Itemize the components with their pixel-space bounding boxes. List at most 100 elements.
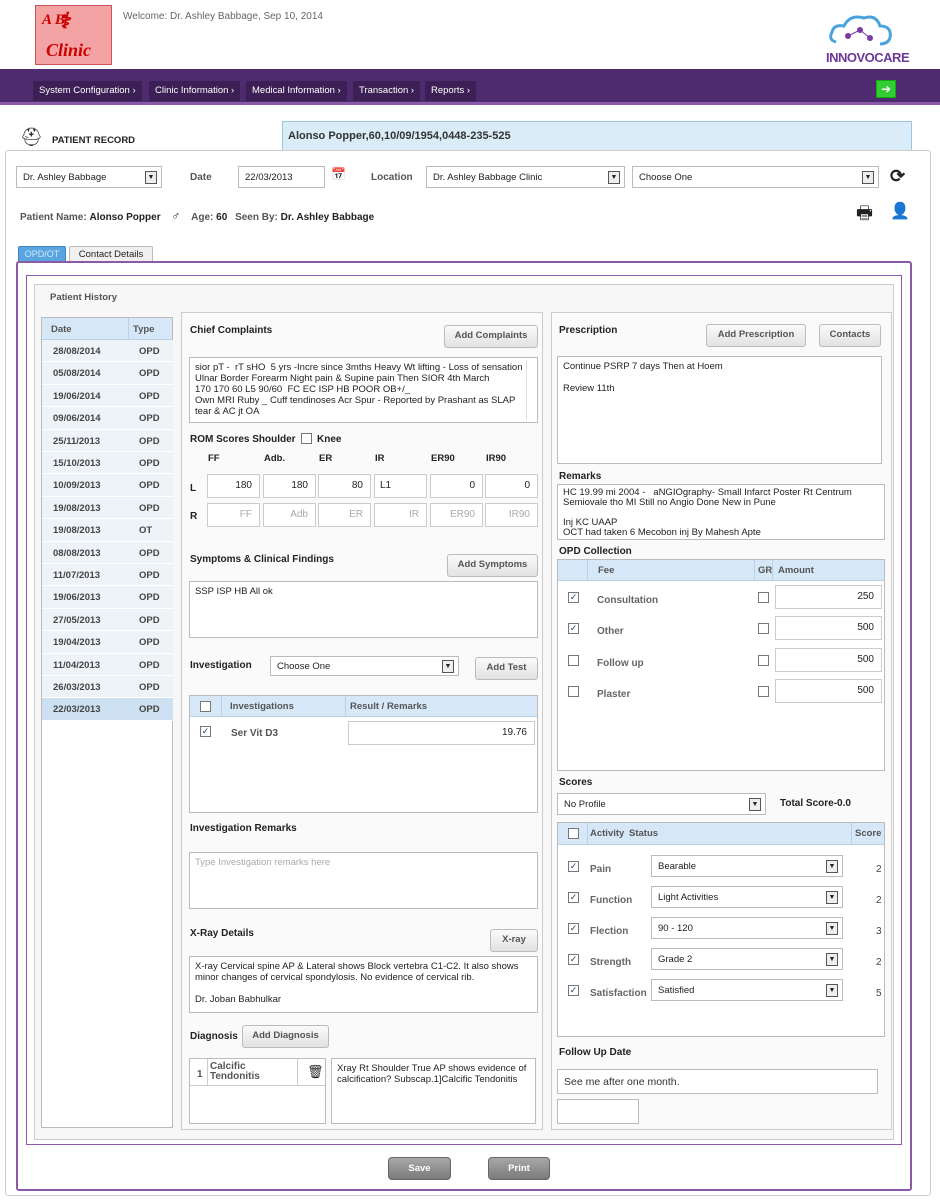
history-row[interactable]: 19/08/2013 OPD xyxy=(42,496,173,520)
rom-right-input[interactable]: Adb xyxy=(263,503,316,527)
logout-icon[interactable]: ➜ xyxy=(876,80,896,98)
xray-button[interactable]: X-ray xyxy=(490,929,538,952)
investigation-remarks-textarea[interactable]: Type Investigation remarks here xyxy=(189,852,538,909)
investigation-row-checkbox[interactable]: ✓ xyxy=(200,726,211,737)
history-row[interactable]: 26/03/2013 OPD xyxy=(42,676,173,699)
chief-complaints-textarea[interactable]: sior pT - rT sHO 5 yrs -Incre since 3mth… xyxy=(189,357,538,423)
follow-up-input[interactable]: See me after one month. xyxy=(557,1069,878,1094)
opd-row-checkbox[interactable]: ✓ xyxy=(568,623,579,635)
score-row-status-select[interactable]: 90 - 120 ▼ xyxy=(651,917,843,939)
score-row-status-select[interactable]: Grade 2 ▼ xyxy=(651,948,843,970)
tab-opd-ot[interactable]: OPD/OT xyxy=(18,246,66,262)
rom-left-input[interactable]: 0 xyxy=(430,474,483,498)
history-row[interactable]: 11/07/2013 OPD xyxy=(42,564,173,587)
add-test-button[interactable]: Add Test xyxy=(475,657,538,680)
add-diagnosis-button[interactable]: Add Diagnosis xyxy=(242,1025,329,1048)
history-row-type: OPD xyxy=(139,346,160,357)
contacts-button[interactable]: Contacts xyxy=(819,324,881,347)
rom-left-input[interactable]: 80 xyxy=(318,474,371,498)
history-row[interactable]: 15/10/2013 OPD xyxy=(42,452,173,475)
print-icon[interactable]: 🖶 xyxy=(856,201,873,231)
rom-left-input[interactable]: 180 xyxy=(207,474,260,498)
rom-left-input[interactable]: L1 xyxy=(374,474,427,498)
history-row[interactable]: 19/06/2014 OPD xyxy=(42,384,173,408)
total-score: Total Score-0.0 xyxy=(780,798,851,809)
textarea-scrollbar[interactable] xyxy=(526,360,535,420)
diagnosis-textarea[interactable]: Xray Rt Shoulder True AP shows evidence … xyxy=(331,1058,536,1124)
score-row-status-select[interactable]: Satisfied ▼ xyxy=(651,979,843,1001)
tab-contact-details[interactable]: Contact Details xyxy=(69,246,153,262)
remarks-textarea[interactable]: HC 19.99 mi 2004 - aNGIOgraphy- Small In… xyxy=(557,484,885,540)
save-button[interactable]: Save xyxy=(388,1157,451,1180)
add-symptoms-button[interactable]: Add Symptoms xyxy=(447,554,538,577)
profile-select[interactable]: No Profile ▼ xyxy=(557,793,766,815)
nav-medical-information[interactable]: Medical Information › xyxy=(246,81,347,101)
add-user-icon[interactable]: 👤 xyxy=(890,201,910,221)
calendar-icon[interactable]: 📅 xyxy=(331,167,346,181)
rom-right-input[interactable]: IR xyxy=(374,503,427,527)
opd-row-checkbox[interactable] xyxy=(568,654,579,666)
history-row[interactable]: 10/09/2013 OPD xyxy=(42,474,173,497)
nav-clinic-information[interactable]: Clinic Information › xyxy=(149,81,241,101)
investigation-header: Investigations Result / Remarks xyxy=(190,696,537,717)
rom-right-input[interactable]: FF xyxy=(207,503,260,527)
score-row-checkbox[interactable]: ✓ xyxy=(568,954,579,965)
investigation-select[interactable]: Choose One ▼ xyxy=(270,656,459,676)
history-row[interactable]: 28/08/2014 OPD xyxy=(42,340,173,363)
select-all-investigations-checkbox[interactable] xyxy=(200,701,211,712)
rom-right-input[interactable]: ER xyxy=(318,503,371,527)
rom-left-input[interactable]: 180 xyxy=(263,474,316,498)
history-row[interactable]: 25/11/2013 OPD xyxy=(42,429,173,452)
choose-one-select[interactable]: Choose One ▼ xyxy=(632,166,879,188)
history-row[interactable]: 09/06/2014 OPD xyxy=(42,407,173,430)
history-row[interactable]: 27/05/2013 OPD xyxy=(42,608,173,632)
rom-right-input[interactable]: IR90 xyxy=(485,503,538,527)
investigation-title: Investigation xyxy=(190,660,252,671)
location-select[interactable]: Dr. Ashley Babbage Clinic ▼ xyxy=(426,166,625,188)
patient-record-title: PATIENT RECORD xyxy=(52,135,136,146)
history-row[interactable]: 19/08/2013 OT xyxy=(42,519,173,542)
opd-row-amount-input[interactable]: 500 xyxy=(775,679,882,704)
nav-transaction[interactable]: Transaction › xyxy=(353,81,421,101)
history-row[interactable]: 08/08/2013 OPD xyxy=(42,541,173,564)
opd-row-checkbox[interactable] xyxy=(568,686,579,698)
rom-right-input[interactable]: ER90 xyxy=(430,503,483,527)
history-row[interactable]: 19/04/2013 OPD xyxy=(42,631,173,654)
nav-system-configuration[interactable]: System Configuration › xyxy=(33,81,142,101)
score-row-checkbox[interactable]: ✓ xyxy=(568,892,579,903)
opd-row-checkbox[interactable]: ✓ xyxy=(568,592,579,603)
doctor-select[interactable]: Dr. Ashley Babbage ▼ xyxy=(16,166,162,188)
date-input[interactable]: 22/03/2013 xyxy=(238,166,325,188)
score-row-checkbox[interactable]: ✓ xyxy=(568,985,579,996)
select-all-scores-checkbox[interactable] xyxy=(568,828,579,839)
xray-textarea[interactable]: X-ray Cervical spine AP & Lateral shows … xyxy=(189,956,538,1013)
opd-row-gr-checkbox[interactable] xyxy=(758,623,769,635)
opd-row-gr-checkbox[interactable] xyxy=(758,686,769,698)
prescription-textarea[interactable]: Continue PSRP 7 days Then at Hoem Review… xyxy=(557,356,882,464)
history-row[interactable]: 22/03/2013 OPD xyxy=(42,698,173,721)
history-row[interactable]: 05/08/2014 OPD xyxy=(42,362,173,385)
opd-row-amount-input[interactable]: 500 xyxy=(775,616,882,641)
rom-left-input[interactable]: 0 xyxy=(485,474,538,498)
history-row[interactable]: 19/06/2013 OPD xyxy=(42,586,173,609)
trash-icon[interactable]: 🗑 xyxy=(307,1064,324,1080)
opd-row-amount-input[interactable]: 250 xyxy=(775,585,882,609)
refresh-icon[interactable]: ⟳ xyxy=(890,166,905,187)
history-col-type: Type xyxy=(133,324,155,335)
score-row-checkbox[interactable]: ✓ xyxy=(568,923,579,934)
opd-row-gr-checkbox[interactable] xyxy=(758,592,769,603)
add-prescription-button[interactable]: Add Prescription xyxy=(706,324,806,347)
investigation-result-input[interactable]: 19.76 xyxy=(348,721,535,745)
knee-checkbox[interactable] xyxy=(301,433,312,444)
score-row-checkbox[interactable]: ✓ xyxy=(568,861,579,872)
score-row-status-select[interactable]: Bearable ▼ xyxy=(651,855,843,877)
print-button[interactable]: Print xyxy=(488,1157,550,1180)
add-complaints-button[interactable]: Add Complaints xyxy=(444,325,538,348)
score-row-status-select[interactable]: Light Activities ▼ xyxy=(651,886,843,908)
follow-up-date-input[interactable] xyxy=(557,1099,639,1124)
opd-row-amount-input[interactable]: 500 xyxy=(775,647,882,672)
symptoms-textarea[interactable]: SSP ISP HB All ok xyxy=(189,581,538,638)
opd-row-gr-checkbox[interactable] xyxy=(758,654,769,666)
nav-reports[interactable]: Reports › xyxy=(425,81,477,101)
history-row[interactable]: 11/04/2013 OPD xyxy=(42,653,173,676)
